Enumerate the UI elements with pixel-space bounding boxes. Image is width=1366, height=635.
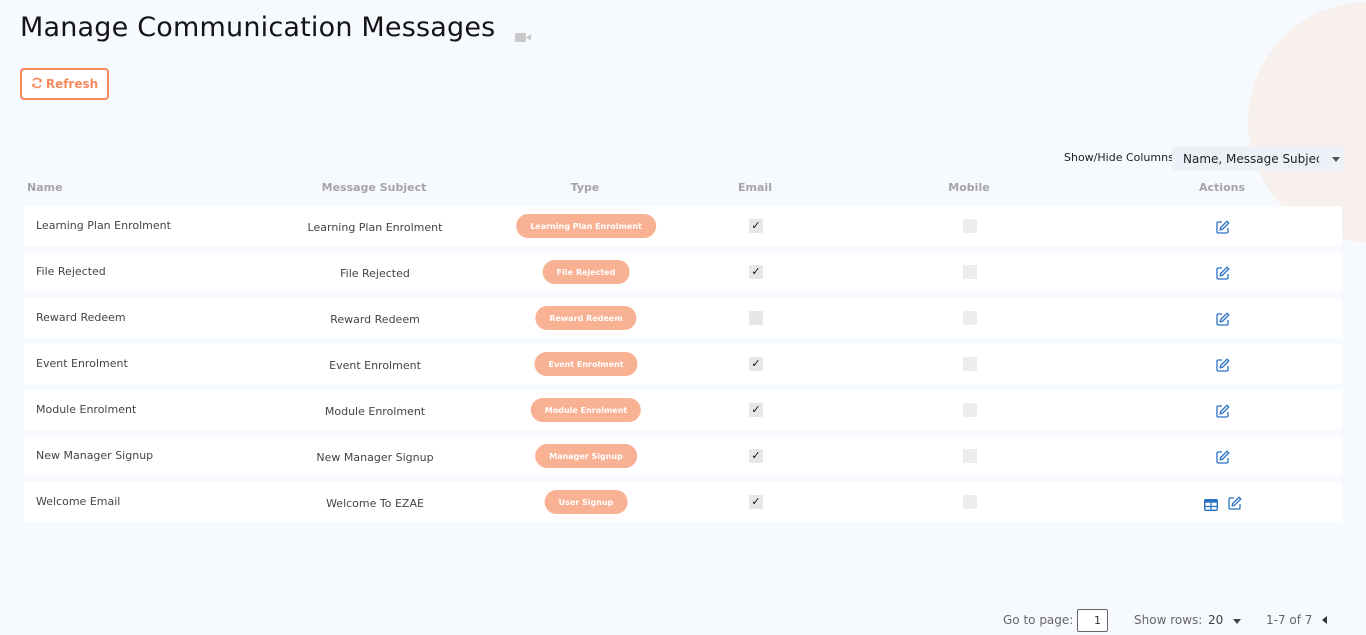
edit-icon[interactable]: [1216, 219, 1230, 238]
type-badge: Learning Plan Enrolment: [516, 214, 656, 238]
type-badge: File Rejected: [542, 260, 630, 284]
message-subject: File Rejected: [340, 267, 410, 280]
email-checkbox[interactable]: [749, 311, 763, 325]
page: Manage Communication Messages Refresh Sh…: [0, 0, 1366, 635]
email-checkbox[interactable]: ✓: [749, 219, 763, 233]
email-checkbox[interactable]: ✓: [749, 403, 763, 417]
mobile-checkbox[interactable]: [963, 449, 977, 463]
message-name: File Rejected: [36, 265, 106, 278]
message-name: Welcome Email: [36, 495, 121, 508]
video-camera-icon[interactable]: [515, 28, 531, 47]
message-name: Module Enrolment: [36, 403, 137, 416]
show-hide-columns-label: Show/Hide Columns:: [1064, 151, 1178, 164]
edit-icon[interactable]: [1228, 495, 1242, 514]
mobile-checkbox[interactable]: [963, 357, 977, 371]
type-badge: Manager Signup: [535, 444, 637, 468]
message-name: Learning Plan Enrolment: [36, 219, 171, 232]
edit-icon[interactable]: [1216, 357, 1230, 376]
rows-per-page-select[interactable]: 20: [1208, 613, 1223, 627]
message-subject: New Manager Signup: [316, 451, 434, 464]
chevron-down-icon: [1332, 157, 1340, 162]
table-row: File Rejected File Rejected File Rejected ✓: [24, 252, 1342, 292]
edit-icon[interactable]: [1216, 311, 1230, 330]
table-row: Welcome Email Welcome To EZAE User Signup ✓: [24, 482, 1342, 522]
type-badge: Event Enrolment: [534, 352, 638, 376]
column-header-email: Email: [738, 181, 772, 194]
message-subject: Welcome To EZAE: [326, 497, 424, 510]
message-subject: Module Enrolment: [324, 405, 426, 418]
message-subject: Reward Redeem: [330, 313, 420, 326]
mobile-checkbox[interactable]: [963, 311, 977, 325]
email-checkbox[interactable]: ✓: [749, 495, 763, 509]
column-header-type: Type: [570, 181, 600, 194]
mobile-checkbox[interactable]: [963, 495, 977, 509]
message-name: Reward Redeem: [36, 311, 126, 324]
go-to-page-label: Go to page:: [1003, 613, 1074, 627]
message-name: Event Enrolment: [36, 357, 128, 370]
show-rows-label: Show rows:: [1134, 613, 1203, 627]
mobile-checkbox[interactable]: [963, 219, 977, 233]
table-row: Reward Redeem Reward Redeem Reward Redeem: [24, 298, 1342, 338]
table-row: Module Enrolment Module Enrolment Module E…: [24, 390, 1342, 430]
column-header-subject: Message Subject: [321, 181, 427, 194]
mobile-checkbox[interactable]: [963, 265, 977, 279]
type-badge: Module Enrolment: [530, 398, 642, 422]
chevron-down-icon[interactable]: [1233, 619, 1241, 624]
table-row: New Manager Signup New Manager Signup Mana…: [24, 436, 1342, 476]
mobile-checkbox[interactable]: [963, 403, 977, 417]
edit-icon[interactable]: [1216, 265, 1230, 284]
previous-page-icon[interactable]: [1322, 616, 1327, 624]
message-subject: Learning Plan Enrolment: [307, 221, 443, 234]
edit-icon[interactable]: [1216, 449, 1230, 468]
table-icon[interactable]: [1203, 496, 1219, 515]
show-hide-columns-value: Name, Message Subject, Ty: [1183, 152, 1319, 166]
pagination-range: 1-7 of 7: [1266, 613, 1313, 627]
message-subject: Event Enrolment: [329, 359, 421, 372]
email-checkbox[interactable]: ✓: [749, 449, 763, 463]
table-row: Learning Plan Enrolment Learning Plan Enr…: [24, 206, 1342, 246]
table-row: Event Enrolment Event Enrolment Event Enro…: [24, 344, 1342, 384]
column-header-actions: Actions: [1199, 181, 1245, 194]
refresh-label: Refresh: [45, 77, 99, 91]
column-header-name: Name: [27, 181, 63, 194]
show-hide-columns-select[interactable]: Name, Message Subject, Ty: [1172, 146, 1344, 170]
email-checkbox[interactable]: ✓: [749, 357, 763, 371]
page-title: Manage Communication Messages: [20, 12, 496, 43]
type-badge: Reward Redeem: [535, 306, 637, 330]
refresh-icon: [31, 77, 43, 92]
email-checkbox[interactable]: ✓: [749, 265, 763, 279]
go-to-page-input[interactable]: 1: [1077, 609, 1108, 632]
refresh-button[interactable]: Refresh: [20, 68, 109, 100]
type-badge: User Signup: [544, 490, 628, 514]
column-header-mobile: Mobile: [948, 181, 990, 194]
edit-icon[interactable]: [1216, 403, 1230, 422]
message-name: New Manager Signup: [36, 449, 154, 462]
